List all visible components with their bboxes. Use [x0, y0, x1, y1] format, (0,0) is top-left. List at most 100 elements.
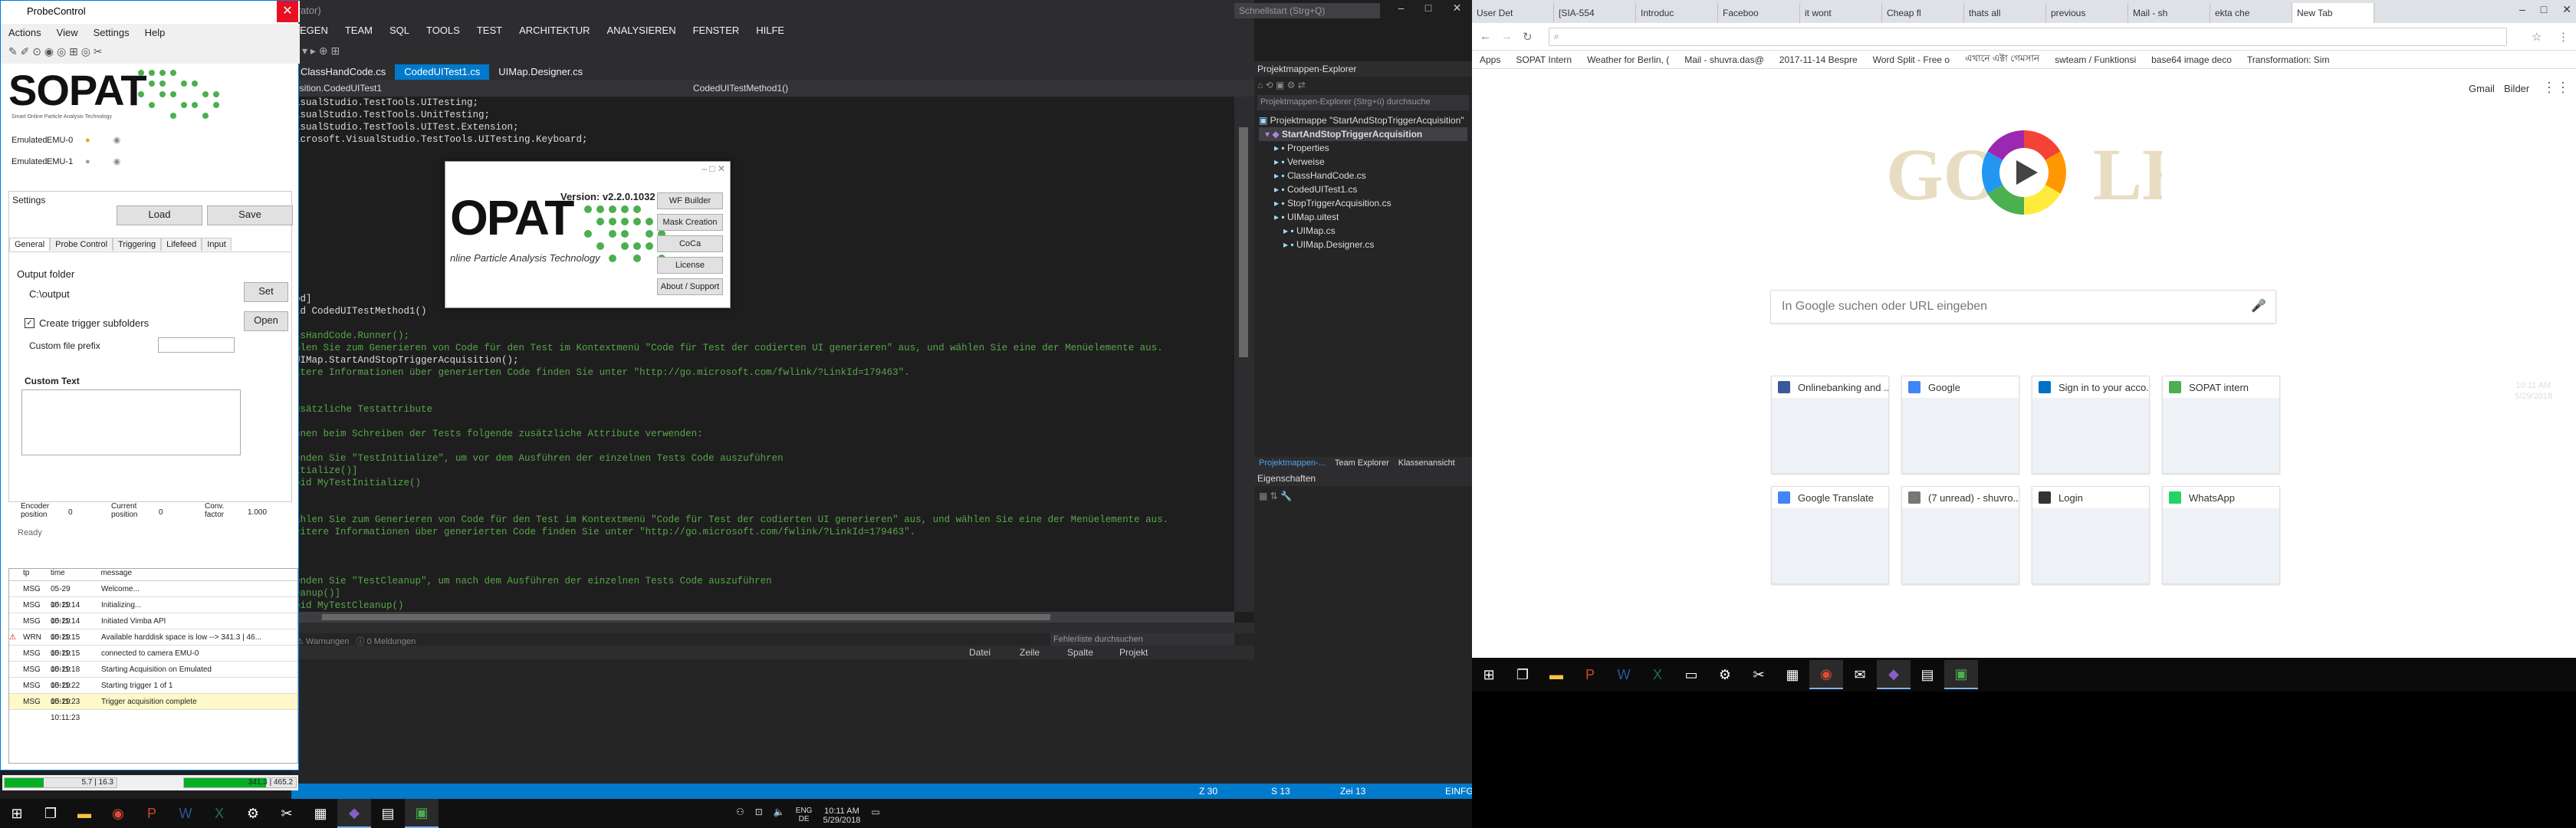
close-icon[interactable]: ✕: [2562, 3, 2571, 16]
file-explorer-icon[interactable]: ▬: [1539, 660, 1573, 689]
notepad-icon[interactable]: ▤: [1911, 660, 1944, 689]
about-window-controls[interactable]: – □ ✕: [702, 163, 725, 174]
error-column-header[interactable]: Zeile: [1020, 647, 1040, 658]
load-button[interactable]: Load: [117, 205, 202, 225]
most-visited-tile[interactable]: Google Translate: [1771, 486, 1889, 584]
error-column-header[interactable]: Spalte: [1067, 647, 1093, 658]
file-explorer-icon[interactable]: ▬: [67, 799, 101, 828]
solexp-tree-item[interactable]: ▸ ▪ UIMap.Designer.cs: [1259, 238, 1467, 251]
probe-tab[interactable]: Probe Control: [50, 238, 113, 251]
log-column-header[interactable]: tp: [9, 569, 48, 580]
solexp-tab[interactable]: Projektmappen-...: [1254, 457, 1330, 471]
properties-toolbar[interactable]: ▦ ⇅ 🔧: [1254, 486, 1472, 504]
minimize-icon[interactable]: –: [1398, 2, 1405, 20]
log-row[interactable]: ⚠ WRN 05-29 10:11:15 Available harddisk spa…: [9, 629, 297, 658]
set-button[interactable]: Set: [244, 282, 288, 302]
solexp-search[interactable]: Projektmappen-Explorer (Strg+ü) durchsuc…: [1257, 95, 1469, 110]
solexp-tree-item[interactable]: ▸ ▪ ClassHandCode.cs: [1259, 169, 1467, 182]
probe-menu-item[interactable]: Help: [145, 27, 166, 38]
visual-studio-icon[interactable]: ◆: [1877, 660, 1911, 689]
bookmark-item[interactable]: Mail - shuvra.das@: [1684, 54, 1764, 65]
powerpoint-icon[interactable]: P: [1573, 660, 1607, 689]
nav-class-dropdown[interactable]: osition.CodedUITest1: [294, 83, 693, 94]
solexp-tree-item[interactable]: ▸ ▪ UIMap.uitest: [1259, 210, 1467, 224]
probe-menu-item[interactable]: Settings: [94, 27, 130, 38]
probe-tab[interactable]: Triggering: [113, 238, 162, 251]
checkbox-checked-icon[interactable]: ✓: [25, 318, 34, 328]
outlook-icon[interactable]: ✉: [1843, 660, 1877, 689]
chrome-tab[interactable]: Faceboo: [1718, 3, 1800, 23]
network-icon[interactable]: ⊡: [755, 807, 763, 825]
omnibox[interactable]: ⌕: [1549, 28, 2507, 46]
language-indicator[interactable]: ENG DE: [796, 807, 813, 825]
google-doodle[interactable]: GO LE: [1886, 115, 2162, 230]
images-link[interactable]: Bilder: [2504, 83, 2529, 94]
log-row[interactable]: MSG 05-29 10:11:15 Initiated Vimba API: [9, 613, 297, 642]
camera-icon[interactable]: ◉: [113, 136, 121, 145]
open-button[interactable]: Open: [244, 311, 288, 331]
chrome-tab[interactable]: thats all: [1964, 3, 2046, 23]
most-visited-tile[interactable]: Onlinebanking and ...: [1771, 376, 1889, 474]
probecontrol-icon[interactable]: ▣: [405, 799, 439, 828]
solexp-tree-item[interactable]: ▸ ▪ StopTriggerAcquisition.cs: [1259, 196, 1467, 210]
solexp-tree-item[interactable]: ▾ ◆ StartAndStopTriggerAcquisition: [1259, 127, 1467, 141]
gmail-link[interactable]: Gmail: [2469, 83, 2495, 94]
most-visited-tile[interactable]: WhatsApp: [2162, 486, 2280, 584]
chrome-tab[interactable]: previous: [2046, 3, 2128, 23]
solexp-tree-item[interactable]: ▸ ▪ Verweise: [1259, 155, 1467, 169]
camera-icon[interactable]: ◉: [113, 157, 121, 166]
most-visited-tile[interactable]: Sign in to your acco...: [2032, 376, 2150, 474]
bookmark-item[interactable]: Transformation: Sim: [2247, 54, 2330, 65]
nav-method-dropdown[interactable]: CodedUITestMethod1(): [693, 83, 788, 94]
emulated-device-row[interactable]: EmulatedEMU-1 ● ◉: [12, 151, 120, 172]
most-visited-tile[interactable]: Login: [2032, 486, 2150, 584]
probe-tab[interactable]: Input: [202, 238, 232, 251]
log-row[interactable]: MSG 05-29 10:11:14 Initializing...: [9, 597, 297, 626]
error-column-header[interactable]: Datei: [969, 647, 991, 658]
most-visited-tile[interactable]: (7 unread) - shuvro...: [1901, 486, 2019, 584]
editor-horizontal-scrollbar[interactable]: [291, 612, 1234, 623]
task-view-icon[interactable]: ❐: [34, 799, 67, 828]
google-search-box[interactable]: In Google suchen oder URL eingeben 🎤: [1770, 290, 2276, 324]
about-button[interactable]: License: [657, 257, 723, 274]
vs-quick-launch[interactable]: Schnellstart (Strg+Q): [1234, 3, 1380, 18]
visual-studio-icon[interactable]: ◆: [337, 799, 371, 828]
log-column-header[interactable]: message: [97, 569, 297, 580]
toolbar-icons[interactable]: ▾ ▸ ⊕ ⊞: [302, 44, 340, 58]
back-icon[interactable]: ←: [1480, 30, 1491, 43]
probe-tab[interactable]: Lifefeed: [161, 238, 202, 251]
chrome-tab[interactable]: it wont: [1800, 3, 1882, 23]
start-icon[interactable]: ⊞: [0, 799, 34, 828]
log-row[interactable]: MSG 05-29 10:11:23 Trigger acquisition com…: [9, 694, 297, 722]
vs-menu-item[interactable]: FENSTER: [693, 25, 740, 36]
settings-icon[interactable]: ⚙: [1708, 660, 1742, 689]
chrome-icon[interactable]: ◉: [1809, 660, 1843, 689]
calculator-icon[interactable]: ▦: [1776, 660, 1809, 689]
vs-menu-item[interactable]: TEAM: [345, 25, 373, 36]
task-view-icon[interactable]: ❐: [1506, 660, 1539, 689]
vs-menu-item[interactable]: ARCHITEKTUR: [519, 25, 590, 36]
about-button[interactable]: CoCa: [657, 235, 723, 252]
probe-toolbar-icons[interactable]: ✎ ✐ ⊙ ◉ ◎ ⊞ ◎ ✂: [8, 45, 103, 58]
probecontrol-icon[interactable]: ▣: [1944, 660, 1978, 689]
bookmark-item[interactable]: SOPAT Intern: [1516, 54, 1572, 65]
settings-icon[interactable]: ⚙: [236, 799, 270, 828]
scroll-thumb[interactable]: [1239, 127, 1248, 357]
log-column-header[interactable]: time: [48, 569, 98, 580]
solexp-tree-item[interactable]: ▣ Projektmappe "StartAndStopTriggerAcqui…: [1259, 113, 1467, 127]
apps-grid-icon[interactable]: ⋮⋮: [2542, 80, 2570, 96]
vs-editor-tab[interactable]: CodedUITest1.cs: [395, 64, 490, 80]
bookmark-item[interactable]: Word Split - Free o: [1873, 54, 1950, 65]
microphone-icon[interactable]: 🎤: [2251, 298, 2266, 314]
vs-menu-item[interactable]: TEST: [477, 25, 502, 36]
create-trigger-subfolders[interactable]: ✓ Create trigger subfolders: [25, 317, 149, 329]
solexp-tree-item[interactable]: ▸ ▪ CodedUITest1.cs: [1259, 182, 1467, 196]
notification-icon[interactable]: ▭: [871, 807, 879, 825]
error-column-header[interactable]: Projekt: [1119, 647, 1148, 658]
close-icon[interactable]: ✕: [1453, 2, 1462, 20]
bookmark-item[interactable]: base64 image deco: [2151, 54, 2232, 65]
powerpoint-icon[interactable]: P: [135, 799, 169, 828]
chrome-tab[interactable]: Cheap fl: [1882, 3, 1964, 23]
custom-prefix-input[interactable]: [158, 337, 235, 353]
chrome-tab[interactable]: Introduc: [1636, 3, 1718, 23]
